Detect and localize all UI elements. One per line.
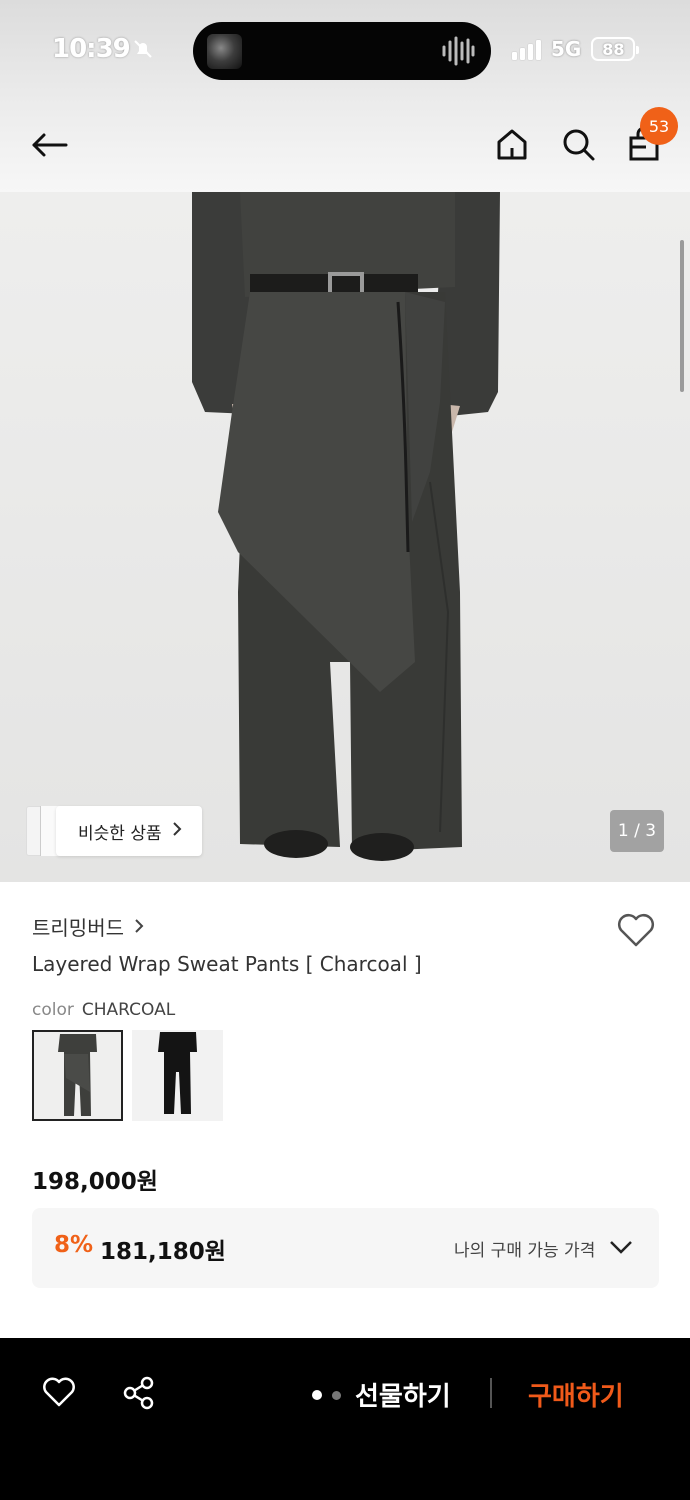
now-playing-artwork	[207, 34, 242, 69]
my-price-label: 나의 구매 가능 가격	[454, 1241, 596, 1261]
similar-products-button[interactable]: 비슷한 상품	[56, 806, 202, 856]
share-button[interactable]	[122, 1376, 156, 1414]
gift-dots-indicator	[312, 1390, 341, 1400]
gift-button[interactable]: 선물하기	[355, 1376, 451, 1413]
back-arrow-icon	[32, 133, 68, 157]
battery-icon: 88	[591, 37, 640, 61]
home-icon	[497, 129, 527, 160]
page-scrollbar[interactable]	[680, 240, 684, 392]
chevron-right-icon	[134, 915, 144, 939]
home-button[interactable]	[494, 126, 530, 166]
wishlist-button[interactable]	[616, 912, 656, 952]
share-icon	[123, 1376, 154, 1410]
heart-icon	[618, 914, 654, 947]
search-button[interactable]	[560, 126, 596, 166]
discount-price: 181,180원	[100, 1239, 226, 1265]
status-right-group: 5G 88	[512, 37, 640, 61]
back-button[interactable]	[28, 116, 74, 162]
heart-icon	[43, 1377, 75, 1407]
similar-products-label: 비슷한 상품	[78, 823, 162, 844]
color-label: color	[32, 1000, 74, 1020]
audio-waveform-icon	[441, 36, 475, 70]
cart-count-badge: 53	[640, 107, 678, 145]
color-swatch-black[interactable]	[132, 1030, 223, 1121]
original-price: 198,000원	[32, 1169, 158, 1195]
swatch-image	[34, 1032, 121, 1119]
chevron-down-icon	[608, 1234, 634, 1264]
color-info: color CHARCOAL	[32, 1000, 175, 1020]
bottom-action-bar: 선물하기 구매하기	[0, 1338, 690, 1500]
divider	[490, 1378, 492, 1408]
product-title: Layered Wrap Sweat Pants [ Charcoal ]	[32, 952, 422, 976]
status-time: 10:39	[52, 34, 131, 64]
color-value: CHARCOAL	[81, 1000, 176, 1020]
discount-rate: 8%	[54, 1232, 94, 1258]
wishlist-heart-button[interactable]	[42, 1376, 76, 1412]
image-page-indicator: 1 / 3	[610, 810, 664, 852]
my-price-box[interactable]: 8% 181,180원 나의 구매 가능 가격	[32, 1208, 659, 1288]
cellular-signal-icon	[512, 38, 541, 60]
chevron-right-icon	[172, 821, 182, 842]
brand-link[interactable]: 트리밍버드	[32, 912, 144, 941]
color-swatch-charcoal[interactable]	[32, 1030, 123, 1121]
buy-button[interactable]: 구매하기	[528, 1376, 624, 1413]
search-icon	[563, 129, 595, 161]
brand-name: 트리밍버드	[32, 916, 124, 940]
swatch-image	[132, 1030, 223, 1121]
product-image[interactable]: 비슷한 상품 1 / 3	[0, 192, 690, 882]
product-photo-illustration	[0, 192, 690, 882]
bell-slash-icon	[132, 38, 154, 64]
network-type: 5G	[551, 37, 582, 61]
dynamic-island	[193, 22, 491, 80]
